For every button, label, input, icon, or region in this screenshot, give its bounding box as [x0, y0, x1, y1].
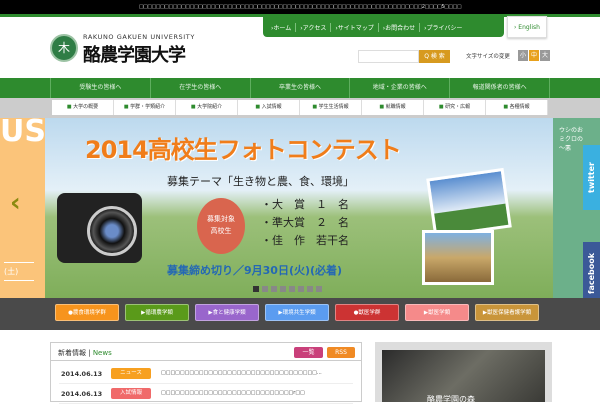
news-date: 2014.06.13	[61, 370, 103, 378]
news-tag: ニュース	[111, 368, 151, 379]
logo[interactable]: 木 RAKUNO GAKUEN UNIVERSITY 酪農学園大学	[50, 32, 210, 66]
forest-image[interactable]: 酪農学園の森	[382, 350, 545, 404]
subnav-item[interactable]: ■ 各種情報	[486, 100, 548, 115]
nav-alumni[interactable]: 卒業生の皆様へ	[249, 78, 350, 98]
slide-theme: 募集テーマ「生き物と農、食、環境」	[167, 175, 354, 188]
english-button[interactable]: › English	[507, 16, 547, 38]
search-button[interactable]: Q 検 索	[419, 50, 450, 63]
banner-carousel: US (土) 2014高校生フォトコンテスト 募集テーマ「生き物と農、食、環境」…	[0, 118, 600, 298]
slide-dot[interactable]	[253, 286, 259, 292]
photo-contest-slide[interactable]: 2014高校生フォトコンテスト 募集テーマ「生き物と農、食、環境」 募集対象 高校…	[45, 118, 553, 298]
rss-button[interactable]: RSS	[327, 347, 355, 358]
dept-button[interactable]: ●獣医学群	[335, 304, 399, 321]
facebook-tab[interactable]: facebook	[583, 242, 600, 304]
news-title: 新着情報 | News	[58, 349, 112, 357]
news-item[interactable]: 2014.06.13 入試情報 □□□□□□□□□□□□□□□□□□□□□□□□…	[59, 386, 353, 404]
util-privacy[interactable]: ›プライバシー	[420, 23, 466, 32]
font-size-label: 文字サイズの変更	[466, 54, 510, 60]
news-text[interactable]: □□□□□□□□□□□□□□□□□□□□□□□□□□□□r□□	[161, 390, 305, 396]
prev-slide-date: (土)	[4, 262, 34, 281]
news-date: 2014.06.13	[61, 390, 103, 398]
chevron-left-icon[interactable]: ‹	[10, 188, 21, 218]
sub-nav: ■ 大学の概要 ■ 学群・学類紹介 ■ 大学院紹介 ■ 入試情報 ■ 学生生活情…	[0, 98, 600, 118]
dept-button[interactable]: ▶環境共生学類	[265, 304, 329, 321]
next-slide-text: ウシのお ミクロの 〜悪	[559, 127, 584, 152]
slide-dot[interactable]	[307, 286, 313, 292]
deadline: 募集締め切り／9月30日(火)(必着)	[167, 264, 343, 277]
logo-english: RAKUNO GAKUEN UNIVERSITY	[83, 33, 195, 41]
department-bar: ●農食環境学群 ▶循環農学類 ▶食と健康学類 ▶環境共生学類 ●獣医学群 ▶獣医…	[0, 298, 600, 330]
slide-dot[interactable]	[262, 286, 268, 292]
top-notice-bar: □□□□□□□□□□□□□□□□□□□□□□□□□□□□□□□□□□□□□□□□…	[0, 0, 600, 15]
news-panel: 新着情報 | News 一覧 RSS 2014.06.13 ニュース □□□□□…	[50, 342, 362, 404]
nav-press[interactable]: 報道関係者の皆様へ	[449, 78, 550, 98]
emblem-icon: 木	[50, 34, 78, 62]
news-text[interactable]: □□□□□□□□□□□□□□□□□□□□□□□□□□□□□□□□□...	[161, 370, 322, 376]
slide-dot[interactable]	[298, 286, 304, 292]
util-contact[interactable]: ›お問合わせ	[379, 22, 421, 32]
utility-nav: ›ホーム ›アクセス ›サイトマップ ›お問合わせ ›プライバシー	[263, 17, 504, 37]
prize-list: ・大 賞 １ 名 ・準大賞 ２ 名 ・佳 作 若干名	[261, 198, 349, 247]
news-item[interactable]: 2014.06.13 ニュース □□□□□□□□□□□□□□□□□□□□□□□□…	[59, 366, 353, 384]
nav-students[interactable]: 在学生の皆様へ	[149, 78, 250, 98]
dept-button[interactable]: ▶食と健康学類	[195, 304, 259, 321]
logo-japanese: 酪農学園大学	[83, 45, 186, 66]
slide-dot[interactable]	[316, 286, 322, 292]
sky-photo	[426, 167, 512, 239]
util-sitemap[interactable]: ›サイトマップ	[331, 22, 379, 32]
slide-dot[interactable]	[289, 286, 295, 292]
search-input[interactable]	[358, 50, 419, 63]
prev-slide-text: US	[0, 118, 46, 149]
slide-dot[interactable]	[280, 286, 286, 292]
slide-title: 2014高校生フォトコンテスト	[85, 136, 402, 164]
nav-applicants[interactable]: 受験生の皆様へ	[50, 78, 150, 98]
prev-slide-preview[interactable]: US (土)	[0, 118, 46, 298]
main-nav: 受験生の皆様へ 在学生の皆様へ 卒業生の皆様へ 地域・企業の皆様へ 報道関係者の…	[0, 78, 600, 98]
dept-button[interactable]: ▶循環農学類	[125, 304, 189, 321]
nav-community[interactable]: 地域・企業の皆様へ	[349, 78, 449, 98]
news-tag: 入試情報	[111, 388, 151, 399]
twitter-tab[interactable]: twitter	[583, 145, 600, 210]
wheat-photo	[422, 230, 494, 285]
subnav-item[interactable]: ■ 大学の概要	[52, 100, 114, 115]
camera-lens-image	[87, 206, 137, 256]
subnav-item[interactable]: ■ 就職情報	[362, 100, 424, 115]
subnav-item[interactable]: ■ 学群・学類紹介	[114, 100, 176, 115]
side-feature: 酪農学園の森	[375, 342, 552, 404]
subnav-item[interactable]: ■ 大学院紹介	[176, 100, 238, 115]
slide-dot[interactable]	[271, 286, 277, 292]
news-list-button[interactable]: 一覧	[294, 347, 323, 358]
font-size-medium[interactable]: 中	[529, 50, 539, 61]
subnav-item[interactable]: ■ 入試情報	[238, 100, 300, 115]
util-home[interactable]: ›ホーム	[267, 22, 297, 32]
subnav-item[interactable]: ■ 学生生活情報	[300, 100, 362, 115]
slide-indicators	[253, 286, 322, 292]
dept-button[interactable]: ▶獣医保健看護学類	[475, 304, 539, 321]
target-badge: 募集対象 高校生	[197, 198, 245, 254]
font-size-large[interactable]: 大	[540, 50, 550, 61]
font-size-small[interactable]: 小	[518, 50, 528, 61]
subnav-item[interactable]: ■ 研究・広報	[424, 100, 486, 115]
util-access[interactable]: ›アクセス	[296, 22, 332, 32]
dept-button[interactable]: ●農食環境学群	[55, 304, 119, 321]
dept-button[interactable]: ▶獣医学類	[405, 304, 469, 321]
